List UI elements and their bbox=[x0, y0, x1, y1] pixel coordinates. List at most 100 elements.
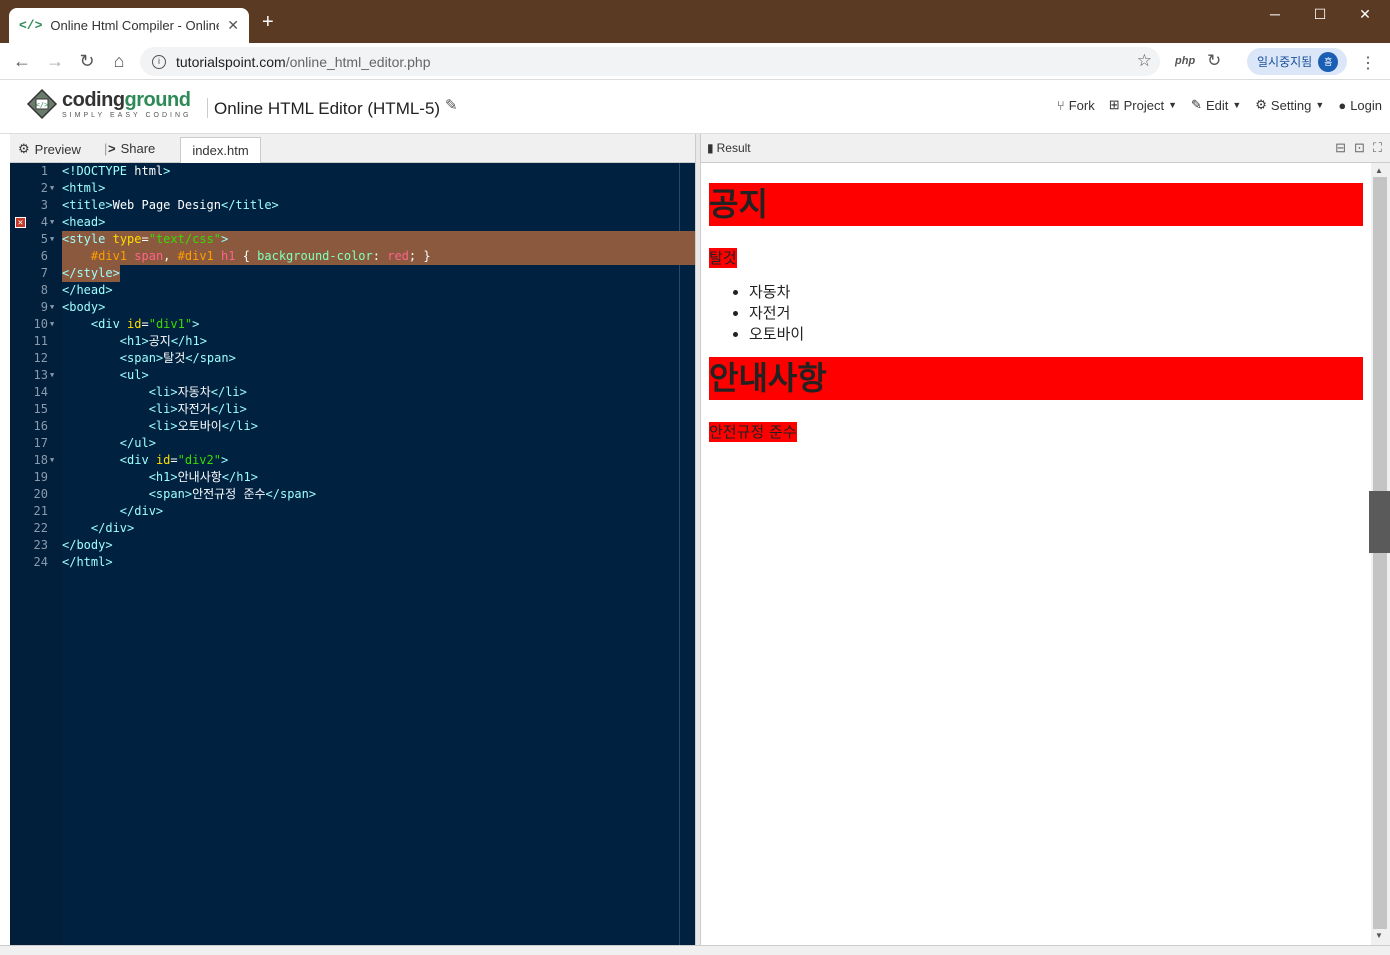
fold-arrow-icon[interactable]: ▼ bbox=[50, 299, 54, 316]
compress-icon[interactable]: ⊟ bbox=[1335, 140, 1346, 156]
code-line[interactable]: <li>자전거</li> bbox=[62, 401, 695, 418]
code-line[interactable]: <html> bbox=[62, 180, 695, 197]
line-number: 13 bbox=[33, 368, 48, 382]
fork-menu-item[interactable]: ⑂ Fork bbox=[1057, 97, 1095, 113]
codingground-logo[interactable]: </> codingground SIMPLY EASY CODING bbox=[26, 88, 191, 120]
code-line[interactable]: <div id="div1"> bbox=[62, 316, 695, 333]
line-number: 18 bbox=[33, 453, 48, 467]
code-line[interactable]: </div> bbox=[62, 503, 695, 520]
gears-icon: ⚙ bbox=[18, 141, 30, 156]
setting-menu-item[interactable]: ⚙ Setting ▼ bbox=[1255, 97, 1324, 113]
code-line[interactable]: </style> bbox=[62, 265, 695, 282]
minimize-button[interactable]: ─ bbox=[1260, 6, 1290, 26]
fullscreen-icon[interactable]: ⛶ bbox=[1373, 140, 1382, 156]
fold-arrow-icon[interactable]: ▼ bbox=[50, 180, 54, 197]
share-button[interactable]: > Share bbox=[108, 141, 155, 156]
fold-arrow-icon[interactable]: ▼ bbox=[50, 367, 54, 384]
list-item: 자동차 bbox=[749, 282, 1363, 303]
close-icon[interactable]: ✕ bbox=[227, 17, 239, 34]
result-scrollbar[interactable]: ▲ ▼ bbox=[1369, 163, 1390, 945]
bookmark-star-icon[interactable]: ☆ bbox=[1137, 51, 1152, 71]
code-line[interactable]: <ul> bbox=[62, 367, 695, 384]
php-extension-icon[interactable]: php bbox=[1175, 55, 1195, 67]
edit-title-icon[interactable]: ✎ bbox=[445, 96, 458, 114]
gutter-line: 5 ▼ bbox=[10, 231, 62, 248]
code-line[interactable]: <body> bbox=[62, 299, 695, 316]
code-line[interactable]: <span>안전규정 준수</span> bbox=[62, 486, 695, 503]
scroll-up-icon[interactable]: ▲ bbox=[1375, 166, 1383, 175]
back-button[interactable]: ← bbox=[11, 51, 33, 73]
gutter-line: 1 bbox=[10, 163, 62, 180]
code-line[interactable]: </html> bbox=[62, 554, 695, 571]
code-line[interactable]: <head> bbox=[62, 214, 695, 231]
gutter-line: 20 bbox=[10, 486, 62, 503]
gutter-line: 13 ▼ bbox=[10, 367, 62, 384]
edit-menu-item[interactable]: ✎ Edit ▼ bbox=[1191, 97, 1241, 113]
code-line[interactable]: </ul> bbox=[62, 435, 695, 452]
gutter-line: 21 bbox=[10, 503, 62, 520]
gutter-line: 12 bbox=[10, 350, 62, 367]
caret-down-icon: ▼ bbox=[1232, 100, 1242, 110]
code-line[interactable]: </div> bbox=[62, 520, 695, 537]
scroll-down-icon[interactable]: ▼ bbox=[1375, 931, 1383, 940]
gutter-line: 2 ▼ bbox=[10, 180, 62, 197]
gutter-line: 19 bbox=[10, 469, 62, 486]
code-area[interactable]: <!DOCTYPE html> <html> <title>Web Page Des… bbox=[62, 163, 695, 945]
menu-kebab-icon[interactable]: ⋮ bbox=[1360, 53, 1376, 73]
close-window-button[interactable]: ✕ bbox=[1350, 6, 1380, 26]
line-number: 24 bbox=[33, 555, 48, 569]
code-line[interactable]: <div id="div2"> bbox=[62, 452, 695, 469]
code-line[interactable]: <li>오토바이</li> bbox=[62, 418, 695, 435]
line-number: 15 bbox=[33, 402, 48, 416]
url-field[interactable]: i tutorialspoint.com/online_html_editor.… bbox=[140, 47, 1160, 76]
browser-tab[interactable]: </> Online Html Compiler - Online H ✕ bbox=[9, 8, 249, 43]
new-tab-button[interactable]: + bbox=[262, 12, 274, 32]
code-line[interactable]: </body> bbox=[62, 537, 695, 554]
profile-button[interactable]: 일시중지됨 흠 bbox=[1247, 48, 1347, 75]
code-line[interactable]: <!DOCTYPE html> bbox=[62, 163, 695, 180]
split-icon[interactable]: ⊡ bbox=[1354, 140, 1365, 156]
code-line[interactable]: <span>탈것</span> bbox=[62, 350, 695, 367]
code-line[interactable]: <title>Web Page Design</title> bbox=[62, 197, 695, 214]
forward-button[interactable]: → bbox=[44, 51, 66, 73]
bar-chart-icon: ▮ bbox=[707, 141, 714, 155]
line-number: 9 bbox=[40, 300, 48, 314]
reload-button[interactable]: ↻ bbox=[76, 51, 98, 73]
code-line[interactable]: <style type="text/css"> bbox=[62, 231, 695, 248]
code-line[interactable]: #div1 span, #div1 h1 { background-color:… bbox=[62, 248, 695, 265]
refresh-extension-icon[interactable]: ↻ bbox=[1207, 51, 1221, 71]
login-menu-item[interactable]: ● Login bbox=[1338, 97, 1382, 113]
preview-button[interactable]: ⚙ Preview bbox=[18, 141, 81, 157]
scrollbar-thumb[interactable] bbox=[1369, 491, 1390, 553]
preview-label: Preview bbox=[34, 141, 81, 157]
fold-arrow-icon[interactable]: ▼ bbox=[50, 214, 54, 231]
url-path: /online_html_editor.php bbox=[285, 53, 431, 70]
gutter-line: 17 bbox=[10, 435, 62, 452]
code-line[interactable]: <li>자동차</li> bbox=[62, 384, 695, 401]
scrollbar-track[interactable] bbox=[1373, 177, 1387, 929]
page-title: Online HTML Editor (HTML-5) bbox=[214, 99, 441, 118]
info-icon[interactable]: i bbox=[152, 54, 166, 69]
code-line[interactable]: <h1>안내사항</h1> bbox=[62, 469, 695, 486]
line-number: 16 bbox=[33, 419, 48, 433]
project-menu-item[interactable]: ⊞ Project ▼ bbox=[1109, 97, 1177, 113]
code-line[interactable]: </head> bbox=[62, 282, 695, 299]
result-list: 자동차 자전거 오토바이 bbox=[749, 282, 1363, 345]
gutter-line: 10 ▼ bbox=[10, 316, 62, 333]
file-tab-index[interactable]: index.htm bbox=[180, 137, 261, 164]
fold-arrow-icon[interactable]: ▼ bbox=[50, 452, 54, 469]
line-number: 2 bbox=[40, 181, 48, 195]
maximize-button[interactable]: ☐ bbox=[1305, 6, 1335, 26]
code-editor[interactable]: 1 2 ▼ 3 4 ▼ ✕ 5 ▼ 6 7 8 9 ▼ 10 ▼ 11 12 13 ▼ 14 15 16 17 18 ▼ 19 20 2… bbox=[10, 163, 695, 945]
code-line[interactable]: <h1>공지</h1> bbox=[62, 333, 695, 350]
gutter-line: 18 ▼ bbox=[10, 452, 62, 469]
gutter-line: 23 bbox=[10, 537, 62, 554]
result-heading-2: 안내사항 bbox=[709, 357, 1363, 400]
home-button[interactable]: ⌂ bbox=[108, 51, 130, 73]
fold-arrow-icon[interactable]: ▼ bbox=[50, 316, 54, 333]
caret-down-icon: ▼ bbox=[1168, 100, 1178, 110]
toolbar-separator: | bbox=[104, 141, 108, 156]
fold-arrow-icon[interactable]: ▼ bbox=[50, 231, 54, 248]
error-icon[interactable]: ✕ bbox=[15, 217, 26, 228]
svg-text:</>: </> bbox=[36, 101, 49, 109]
